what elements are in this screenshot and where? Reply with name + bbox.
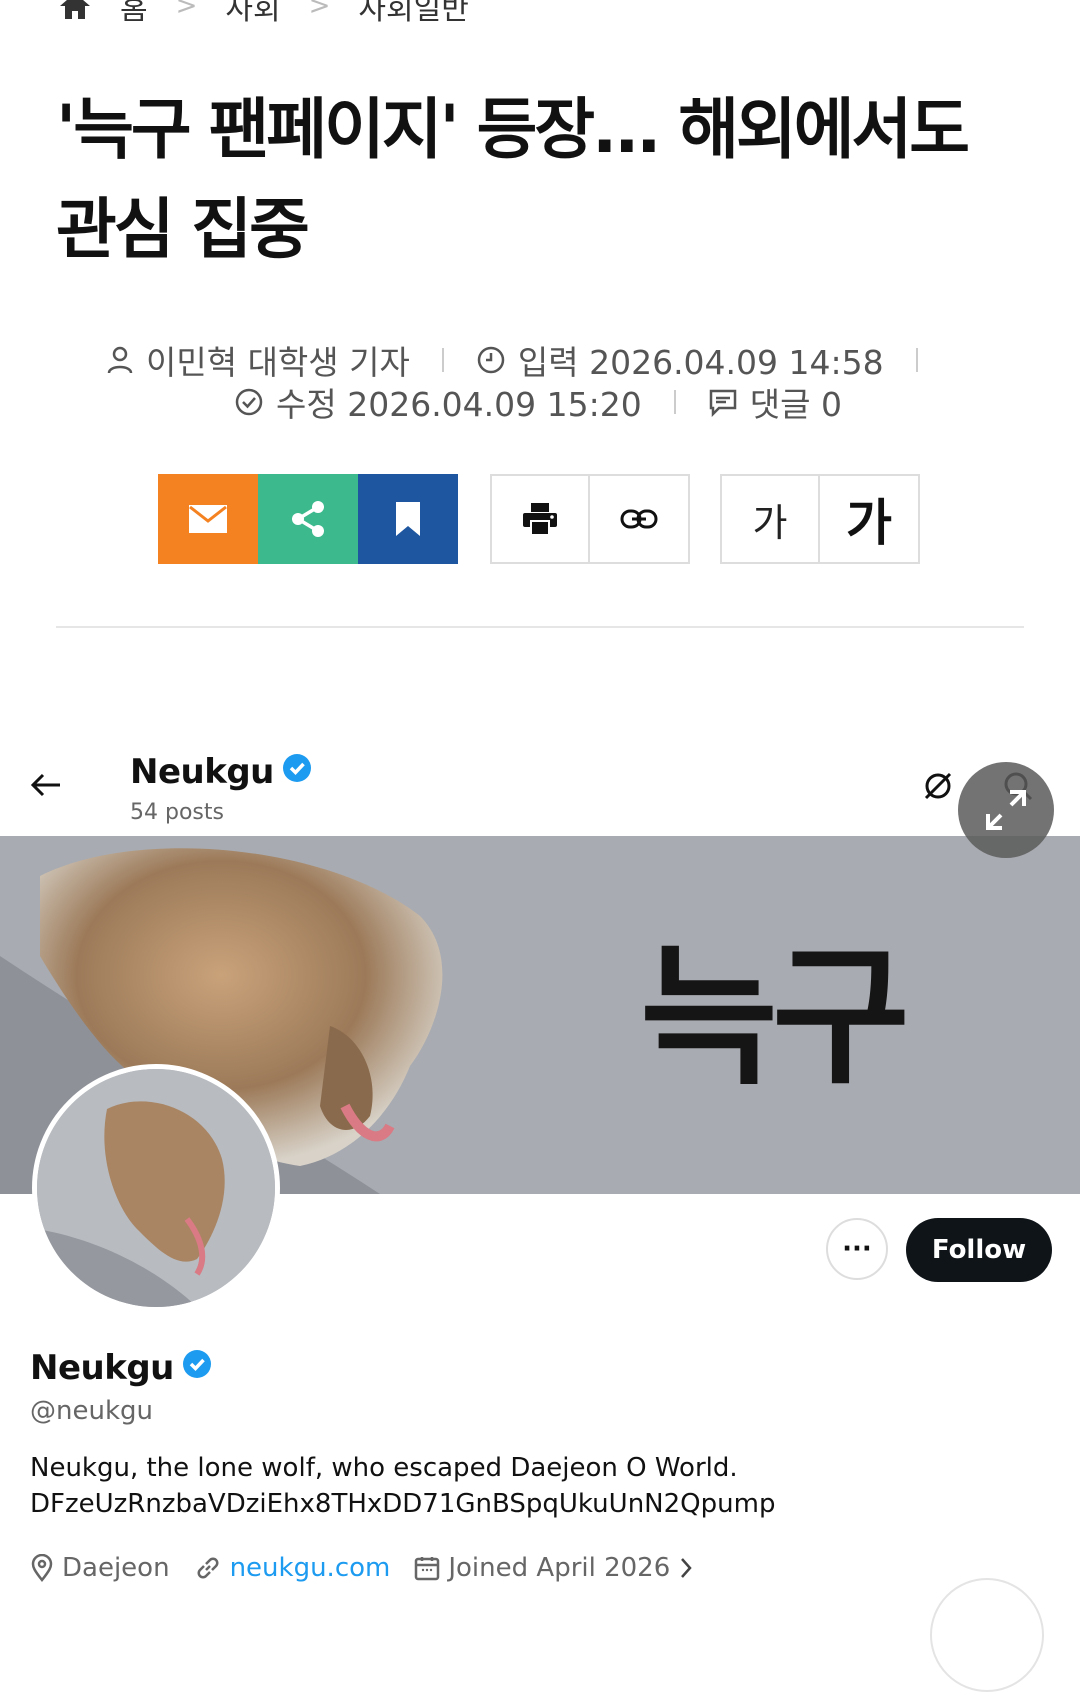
chevron-right-icon: > [308,0,331,21]
grok-icon[interactable] [922,770,954,806]
email-button[interactable] [158,474,258,564]
follow-button[interactable]: Follow [906,1218,1052,1282]
website-link[interactable]: neukgu.com [230,1553,391,1583]
breadcrumb: 홈 > 사회 > 사회일반 [58,0,469,28]
bio-line-1: Neukgu, the lone wolf, who escaped Daeje… [30,1453,738,1483]
bookmark-button[interactable] [358,474,458,564]
share-icon [292,501,324,537]
breadcrumb-home[interactable]: 홈 [120,0,148,28]
more-options-button[interactable]: ··· [826,1218,888,1280]
font-increase-button[interactable]: 가 [820,474,920,564]
comment-count[interactable]: 댓글 0 [750,378,842,426]
check-circle-icon [234,387,264,417]
home-icon[interactable] [58,0,92,21]
comment-icon [708,387,738,417]
verified-badge-icon [182,1348,212,1388]
expand-icon [986,790,1026,830]
verified-badge-icon [282,752,312,792]
person-icon [106,345,134,375]
share-button[interactable] [258,474,358,564]
article-meta-2: 수정 2026.04.09 15:20 댓글 0 [234,380,842,424]
print-button[interactable] [490,474,590,564]
expand-button[interactable] [958,762,1054,858]
article-meta: 이민혁 대학생 기자 입력 2026.04.09 14:58 [106,338,950,382]
back-arrow-icon[interactable] [30,772,62,802]
chevron-right-icon [681,1558,692,1578]
divider-line [56,626,1024,628]
profile-handle: @neukgu [30,1396,153,1426]
link-icon [620,509,658,529]
author[interactable]: 이민혁 대학생 기자 [146,336,410,384]
article-title: '늑구 팬페이지' 등장... 해외에서도 관심 집중 [56,80,1036,280]
joined-item: Joined April 2026 [414,1553,694,1583]
title-line-1: '늑구 팬페이지' 등장... 해외에서도 [56,91,970,168]
bio-line-2: DFzeUzRnzbaVDziEhx8THxDD71GnBSpqUkuUnN2Q… [30,1489,776,1519]
location-pin-icon [31,1554,53,1582]
font-size-toolbar: 가 가 [720,474,920,564]
profile-info: Daejeon neukgu.com Joined April 2026 [30,1548,718,1588]
chevron-right-icon: > [175,0,198,21]
floating-button[interactable] [930,1578,1044,1692]
clock-icon [476,345,506,375]
profile-name: Neukgu [30,1348,212,1388]
breadcrumb-subsection[interactable]: 사회일반 [358,0,468,28]
avatar[interactable] [32,1064,280,1312]
copy-link-button[interactable] [590,474,690,564]
twitter-header-name: Neukgu [130,752,312,792]
input-time: 입력 2026.04.09 14:58 [517,343,884,382]
profile-bio: Neukgu, the lone wolf, who escaped Daeje… [30,1450,1030,1522]
print-icon [523,503,557,536]
divider [915,348,918,372]
header-name-text: Neukgu [130,752,274,792]
title-line-2: 관심 집중 [56,191,310,268]
font-decrease-button[interactable]: 가 [720,474,820,564]
profile-name-text: Neukgu [30,1348,174,1388]
utility-toolbar [490,474,690,564]
joined-text: Joined April 2026 [448,1553,671,1583]
bookmark-icon [396,502,420,536]
divider [673,390,676,414]
location-item: Daejeon [30,1553,170,1583]
edit-time: 수정 2026.04.09 15:20 [276,385,642,424]
divider [441,348,444,372]
breadcrumb-section[interactable]: 사회 [225,0,280,28]
calendar-icon [415,1557,440,1581]
mail-icon [189,505,227,533]
share-toolbar [158,474,458,564]
post-count: 54 posts [130,800,224,825]
link-icon [197,1557,219,1579]
location-text: Daejeon [62,1553,170,1583]
banner-text: 늑구 [640,929,910,1105]
website-item[interactable]: neukgu.com [194,1553,391,1583]
